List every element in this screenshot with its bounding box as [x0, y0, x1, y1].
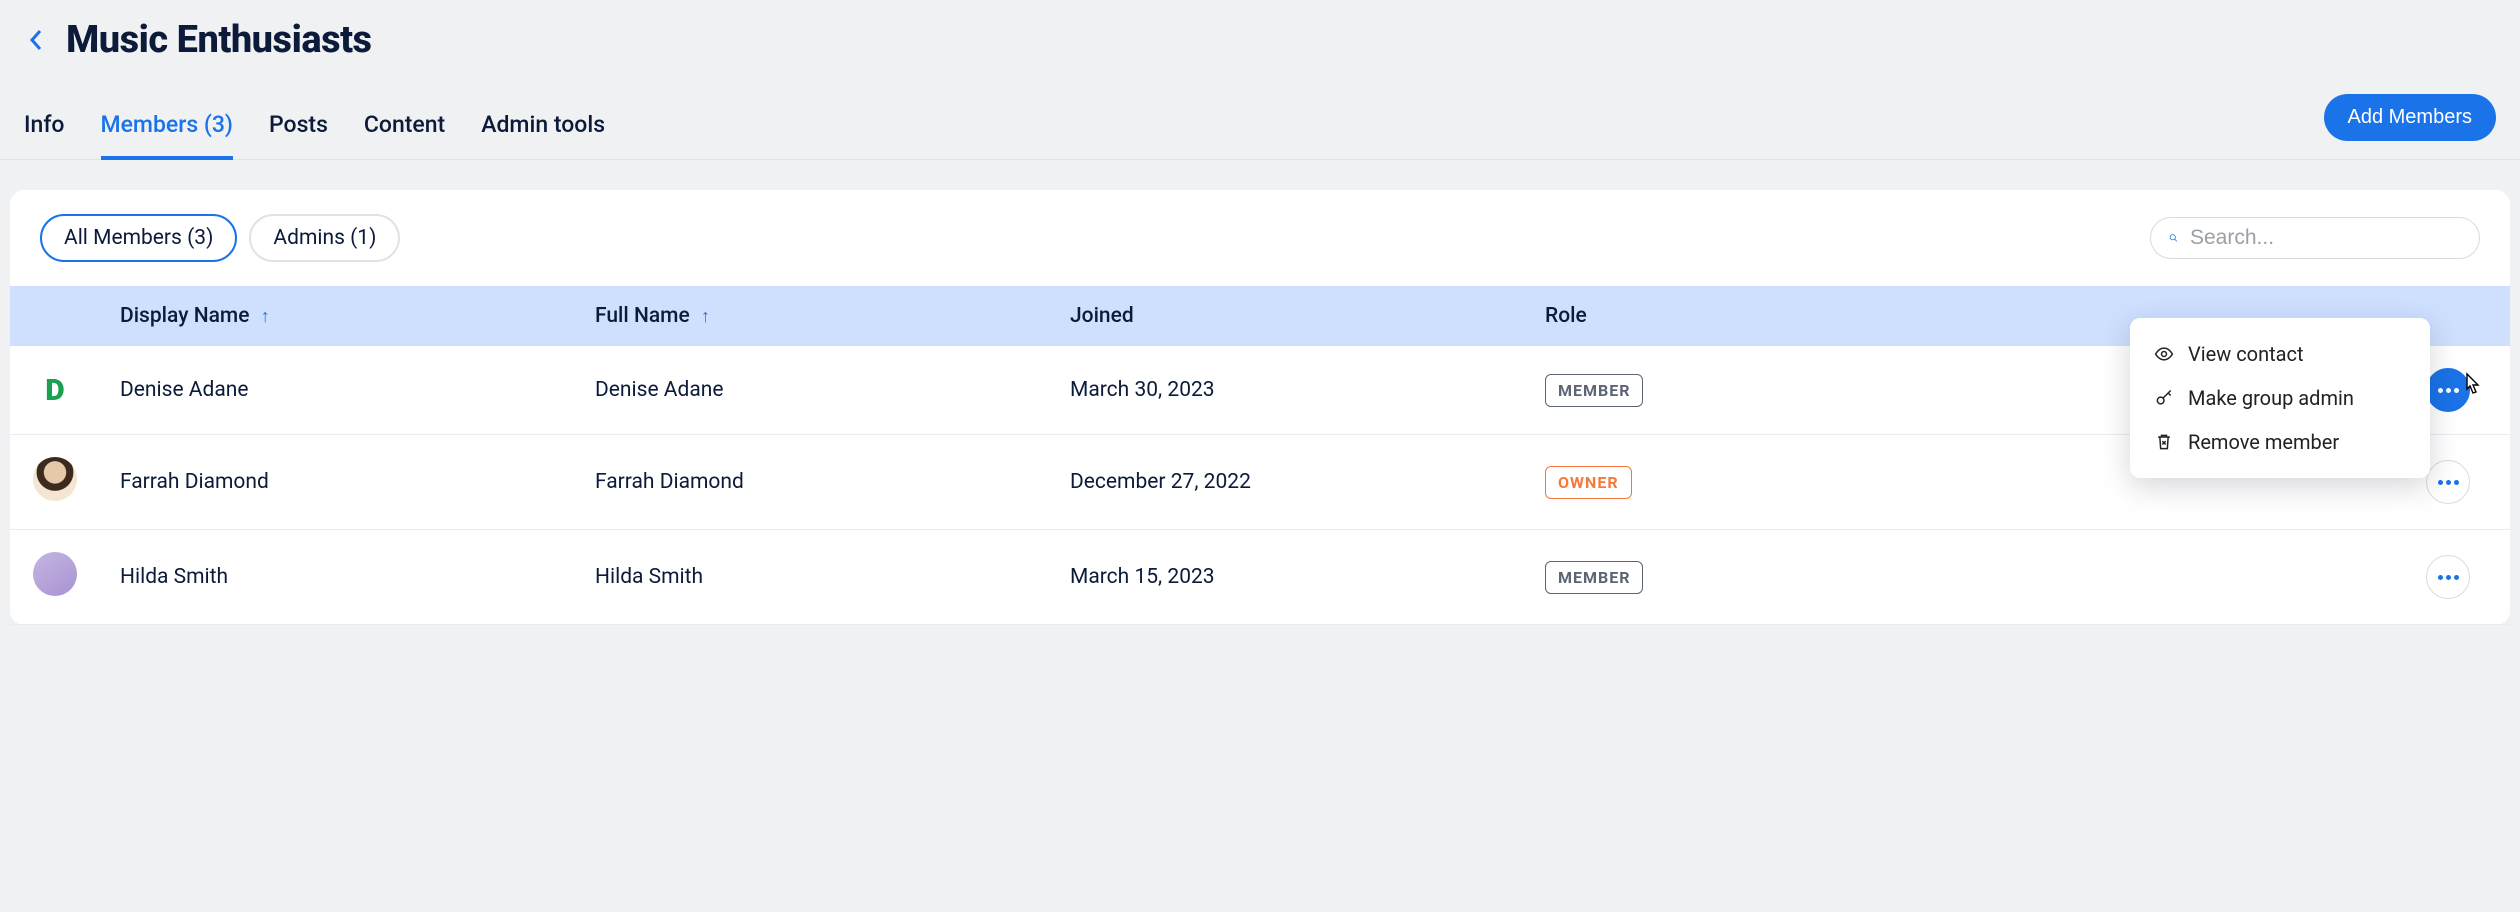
menu-make-admin-label: Make group admin	[2188, 386, 2354, 410]
role-badge: OWNER	[1545, 466, 1632, 499]
tab-members[interactable]: Members (3)	[101, 101, 233, 160]
row-more-button[interactable]	[2426, 460, 2470, 504]
eye-icon	[2154, 344, 2174, 364]
page-header: Music Enthusiasts	[0, 0, 2520, 94]
filter-chips: All Members (3) Admins (1)	[40, 214, 400, 262]
col-header-full-name[interactable]: Full Name ↑	[575, 286, 1050, 346]
page-title: Music Enthusiasts	[66, 18, 372, 62]
search-input[interactable]	[2190, 226, 2461, 250]
col-header-joined-label: Joined	[1070, 304, 1134, 328]
key-icon	[2154, 388, 2174, 408]
chip-all-members[interactable]: All Members (3)	[40, 214, 237, 262]
row-more-button[interactable]	[2426, 555, 2470, 599]
tab-info[interactable]: Info	[24, 101, 65, 160]
table-row: D Denise Adane Denise Adane March 30, 20…	[10, 346, 2510, 435]
menu-make-admin[interactable]: Make group admin	[2130, 376, 2430, 420]
menu-remove-member[interactable]: Remove member	[2130, 420, 2430, 464]
menu-view-contact-label: View contact	[2188, 342, 2304, 366]
col-header-full-name-label: Full Name	[595, 304, 690, 328]
avatar	[33, 457, 77, 501]
tab-admin-tools[interactable]: Admin tools	[481, 101, 605, 160]
back-button[interactable]	[24, 28, 48, 52]
role-badge: MEMBER	[1545, 374, 1643, 407]
ellipsis-icon	[2438, 388, 2459, 393]
cell-full-name: Farrah Diamond	[575, 435, 1050, 530]
menu-remove-member-label: Remove member	[2188, 430, 2339, 454]
tab-content[interactable]: Content	[364, 101, 445, 160]
role-badge: MEMBER	[1545, 561, 1643, 594]
col-header-display-name[interactable]: Display Name ↑	[100, 286, 575, 346]
cell-display-name: Farrah Diamond	[100, 435, 575, 530]
cell-joined: March 30, 2023	[1050, 346, 1525, 435]
avatar	[33, 552, 77, 596]
members-table: Display Name ↑ Full Name ↑ Joined Role	[10, 286, 2510, 625]
cell-joined: December 27, 2022	[1050, 435, 1525, 530]
search-icon	[2169, 227, 2178, 249]
row-context-menu: View contact Make group admin Remove mem…	[2130, 318, 2430, 478]
tab-posts[interactable]: Posts	[269, 101, 328, 160]
cell-joined: March 15, 2023	[1050, 530, 1525, 625]
cell-display-name: Denise Adane	[100, 346, 575, 435]
ellipsis-icon	[2438, 480, 2459, 485]
sort-asc-icon: ↑	[701, 306, 710, 327]
chip-admins[interactable]: Admins (1)	[249, 214, 400, 262]
col-header-role-label: Role	[1545, 304, 1587, 328]
add-members-button[interactable]: Add Members	[2324, 94, 2497, 141]
chevron-left-icon	[29, 29, 43, 51]
search-field[interactable]	[2150, 217, 2480, 259]
members-card: All Members (3) Admins (1) Display Name …	[10, 190, 2510, 625]
cell-full-name: Denise Adane	[575, 346, 1050, 435]
card-toolbar: All Members (3) Admins (1)	[10, 190, 2510, 286]
col-header-avatar	[10, 286, 100, 346]
tab-bar: Info Members (3) Posts Content Admin too…	[24, 101, 605, 159]
sort-asc-icon: ↑	[261, 306, 270, 327]
avatar-letter: D	[45, 373, 64, 408]
col-header-joined[interactable]: Joined	[1050, 286, 1525, 346]
table-row: Hilda Smith Hilda Smith March 15, 2023 M…	[10, 530, 2510, 625]
cursor-pointer-icon	[2460, 372, 2482, 398]
menu-view-contact[interactable]: View contact	[2130, 332, 2430, 376]
col-header-display-name-label: Display Name	[120, 304, 249, 328]
cell-full-name: Hilda Smith	[575, 530, 1050, 625]
ellipsis-icon	[2438, 575, 2459, 580]
cell-display-name: Hilda Smith	[100, 530, 575, 625]
trash-x-icon	[2154, 432, 2174, 452]
secondary-nav-row: Info Members (3) Posts Content Admin too…	[0, 94, 2520, 160]
